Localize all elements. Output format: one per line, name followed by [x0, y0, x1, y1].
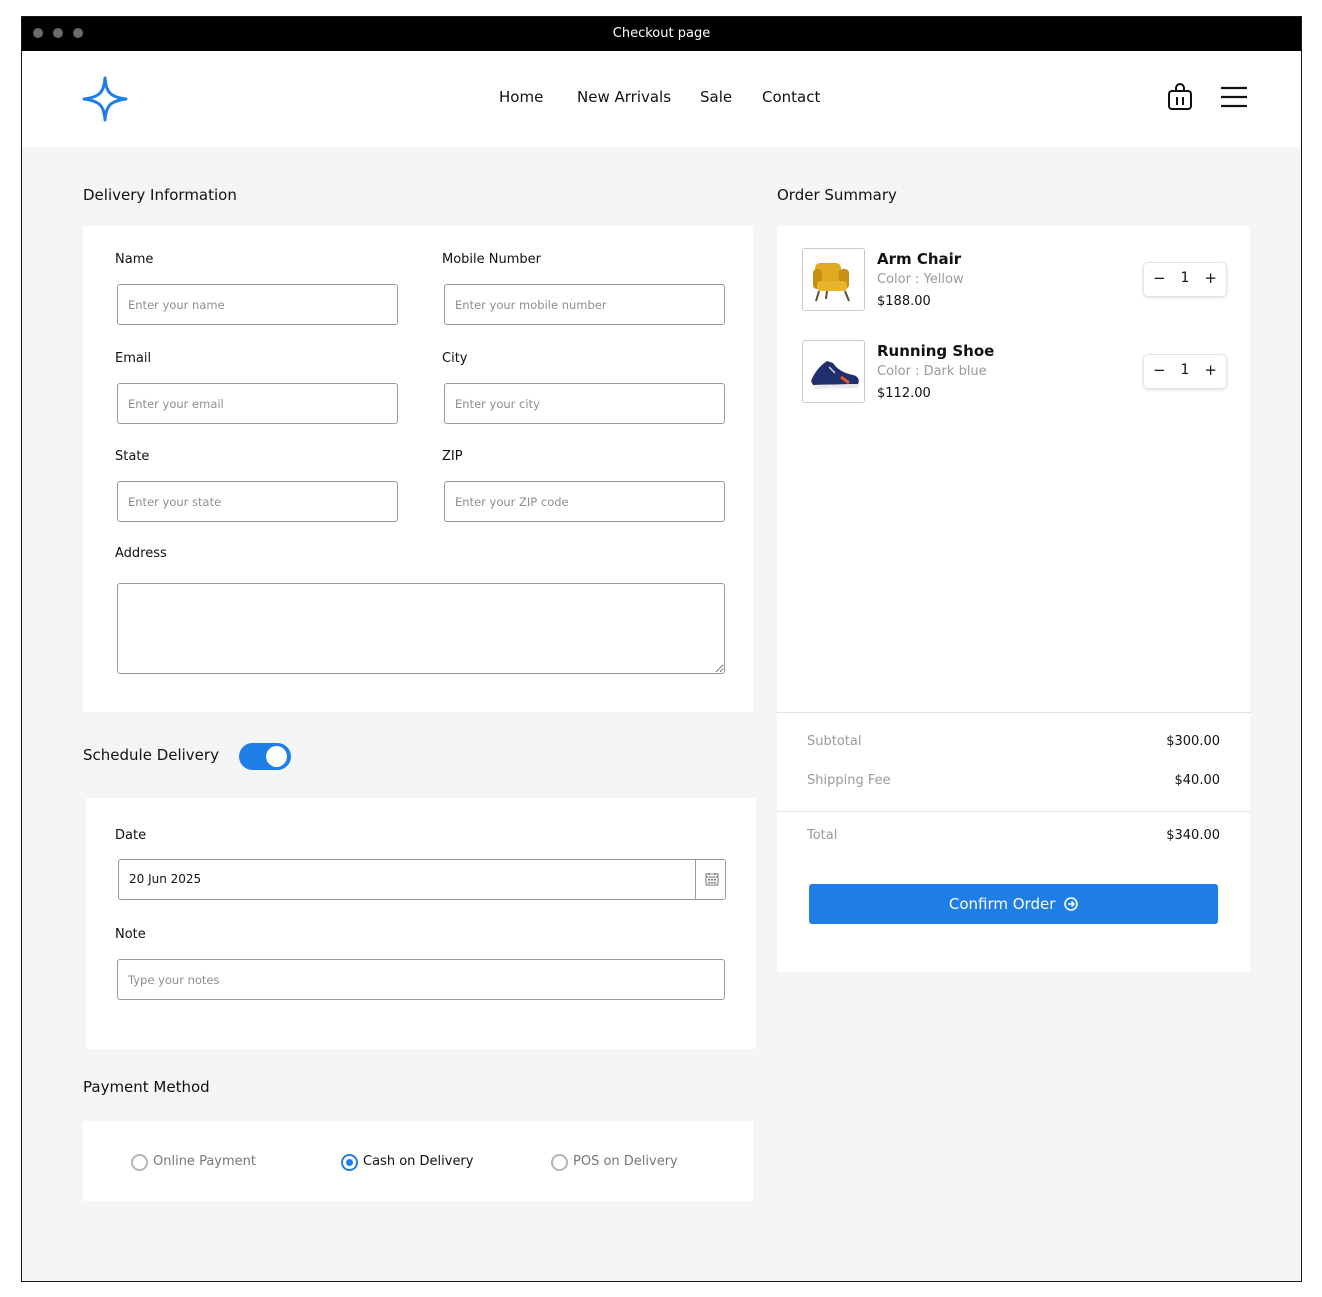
radio-circle[interactable] [551, 1154, 568, 1171]
window-title: Checkout page [612, 26, 711, 41]
mobile-label: Mobile Number [442, 252, 541, 267]
radio-label: Online Payment [153, 1154, 256, 1169]
name-label: Name [115, 252, 154, 267]
product-color: Color : Dark blue [877, 364, 987, 379]
address-textarea[interactable] [117, 583, 725, 674]
order-summary-title: Order Summary [777, 186, 897, 204]
main-nav: Home New Arrivals Sale Contact [22, 88, 1301, 110]
confirm-order-label: Confirm Order [948, 895, 1056, 913]
running-shoe-thumbnail[interactable] [802, 340, 865, 403]
summary-divider [777, 712, 1250, 713]
state-label: State [115, 449, 150, 464]
schedule-card [86, 798, 756, 1049]
increase-quantity-button[interactable]: + [1204, 269, 1217, 287]
shipping-fee-label: Shipping Fee [807, 773, 891, 788]
running-shoe-image [811, 361, 859, 389]
quantity-stepper: − 1 + [1144, 355, 1226, 388]
shopping-bag-icon[interactable] [1166, 82, 1194, 112]
schedule-delivery-toggle[interactable] [239, 743, 291, 770]
note-input[interactable] [117, 959, 725, 1000]
name-input[interactable] [117, 284, 398, 325]
confirm-order-button[interactable]: Confirm Order [809, 884, 1218, 924]
browser-window: Checkout page Home New Arrivals Sale Con… [21, 16, 1302, 1282]
increase-quantity-button[interactable]: + [1204, 361, 1217, 379]
nav-contact[interactable]: Contact [762, 88, 820, 106]
top-navbar: Home New Arrivals Sale Contact [22, 51, 1301, 147]
email-input[interactable] [117, 383, 398, 424]
zip-input[interactable] [444, 481, 725, 522]
delivery-section-title: Delivery Information [83, 186, 237, 204]
email-label: Email [115, 351, 152, 366]
city-input[interactable] [444, 383, 725, 424]
subtotal-label: Subtotal [807, 734, 862, 749]
window-titlebar: Checkout page [22, 17, 1301, 51]
order-summary-card [777, 226, 1250, 972]
address-label: Address [115, 546, 167, 561]
product-name: Arm Chair [877, 250, 962, 268]
calendar-icon[interactable] [705, 872, 719, 886]
product-price: $112.00 [877, 386, 931, 401]
radio-circle-checked[interactable] [341, 1154, 358, 1171]
arrow-circle-right-icon [1064, 897, 1078, 911]
payment-method-title: Payment Method [83, 1078, 210, 1096]
subtotal-value: $300.00 [1166, 734, 1220, 749]
hamburger-menu-icon[interactable] [1220, 86, 1248, 108]
state-input[interactable] [117, 481, 398, 522]
radio-label: POS on Delivery [573, 1154, 678, 1169]
shipping-fee-value: $40.00 [1174, 773, 1221, 788]
mobile-number-input[interactable] [444, 284, 725, 325]
product-color: Color : Yellow [877, 272, 964, 287]
zip-label: ZIP [442, 449, 463, 464]
date-label: Date [115, 828, 147, 843]
nav-home[interactable]: Home [499, 88, 543, 106]
armchair-thumbnail[interactable] [802, 248, 865, 311]
quantity-stepper: − 1 + [1144, 263, 1226, 296]
schedule-delivery-title: Schedule Delivery [83, 746, 219, 764]
date-divider [695, 860, 696, 899]
nav-new-arrivals[interactable]: New Arrivals [577, 88, 671, 106]
total-divider [777, 811, 1250, 812]
date-picker-input[interactable]: 20 Jun 2025 [118, 859, 726, 900]
product-price: $188.00 [877, 294, 931, 309]
toggle-knob [266, 746, 287, 767]
total-label: Total [807, 828, 838, 843]
radio-circle[interactable] [131, 1154, 148, 1171]
date-value: 20 Jun 2025 [129, 872, 202, 886]
nav-sale[interactable]: Sale [700, 88, 732, 106]
radio-label: Cash on Delivery [363, 1154, 474, 1169]
note-label: Note [115, 927, 146, 942]
product-name: Running Shoe [877, 342, 995, 360]
armchair-image [813, 263, 850, 302]
total-value: $340.00 [1166, 828, 1220, 843]
city-label: City [442, 351, 468, 366]
